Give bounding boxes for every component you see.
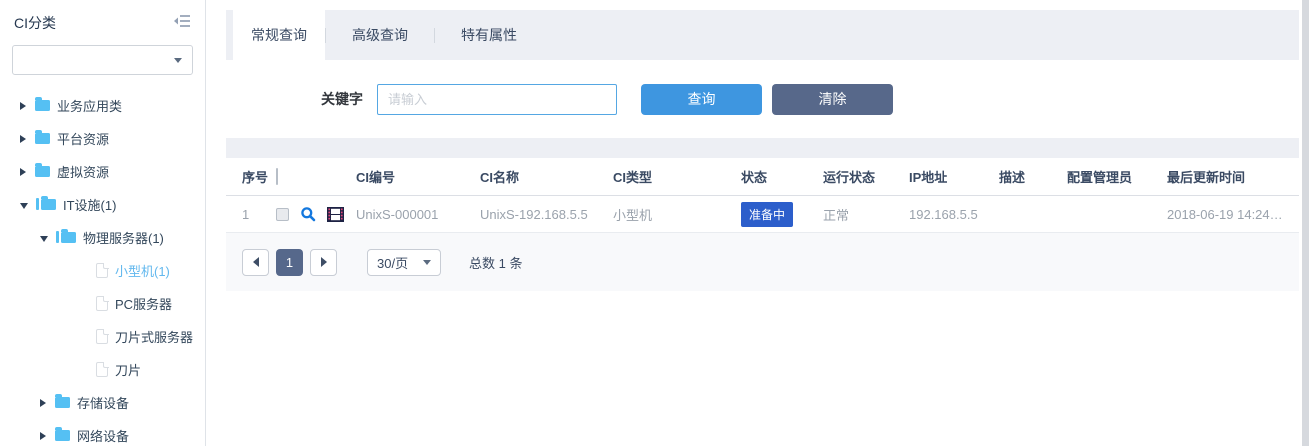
tree-item-label: 存储设备	[77, 393, 129, 412]
query-button[interactable]: 查询	[641, 84, 762, 115]
page-size-select[interactable]: 30/页	[367, 249, 441, 276]
column-header: IP地址	[909, 167, 999, 186]
tree-item-9[interactable]: 存储设备	[0, 386, 205, 419]
prev-arrow-icon	[253, 257, 259, 267]
ci-name-cell: UnixS-192.168.5.5	[480, 207, 613, 222]
tree-item-1[interactable]: 平台资源	[0, 122, 205, 155]
main-content: 常规查询高级查询特有属性 关键字 查询 清除 序号 CI编号CI名称CI类型状态运…	[206, 0, 1309, 446]
caret-right-icon[interactable]	[20, 168, 26, 176]
page-size-value: 30/页	[377, 253, 408, 272]
tree-item-4[interactable]: 物理服务器(1)	[0, 221, 205, 254]
caret-right-icon[interactable]	[40, 399, 46, 407]
folder-icon	[55, 430, 70, 441]
status-cell: 准备中	[741, 202, 823, 227]
keyword-label: 关键字	[321, 89, 363, 109]
tree-item-label: 刀片	[115, 360, 141, 379]
tree-item-8[interactable]: 刀片	[0, 353, 205, 386]
tree-item-label: IT设施(1)	[63, 195, 116, 214]
sidebar-header: CI分类	[0, 0, 205, 33]
header-checkbox-cell	[276, 169, 356, 184]
tree-item-label: 小型机(1)	[115, 261, 170, 280]
table-row: 1 UnixS-000001UnixS-192.168.5.5小型机准备中 正常19…	[226, 196, 1299, 233]
column-header: CI名称	[480, 167, 613, 186]
row-actions-cell	[276, 206, 356, 222]
column-header: 运行状态	[823, 167, 909, 186]
folder-icon	[35, 166, 50, 177]
caret-down-icon[interactable]	[20, 203, 28, 209]
film-icon[interactable]	[327, 207, 344, 222]
ci-code-cell: UnixS-000001	[356, 207, 480, 222]
app-window: CI分类 业务应用类平台资源虚拟资源 IT设施(1) 物理服务器(1) 小型机(1) P…	[0, 0, 1309, 446]
ci-type-cell: 小型机	[613, 205, 741, 224]
total-count-label: 总数 1 条	[469, 253, 522, 272]
column-header: 描述	[999, 167, 1067, 186]
folder-icon	[55, 397, 70, 408]
folder-icon	[35, 133, 50, 144]
tree-item-0[interactable]: 业务应用类	[0, 89, 205, 122]
column-header: CI编号	[356, 167, 480, 186]
tab-2[interactable]: 特有属性	[435, 10, 543, 60]
collapse-sidebar-icon[interactable]	[174, 14, 191, 33]
folder-open-icon	[41, 199, 56, 210]
page-scrollbar[interactable]	[1302, 0, 1309, 446]
column-header: 序号	[242, 167, 276, 186]
caret-right-icon[interactable]	[20, 102, 26, 110]
clear-button[interactable]: 清除	[772, 84, 893, 115]
pagination-bar: 1 30/页 总数 1 条	[226, 233, 1299, 291]
results-panel: 序号 CI编号CI名称CI类型状态运行状态IP地址描述配置管理员最后更新时间 1 U…	[226, 158, 1299, 291]
column-header: 状态	[741, 167, 823, 186]
prev-page-button[interactable]	[242, 249, 269, 276]
row-checkbox[interactable]	[276, 208, 289, 221]
sidebar-title: CI分类	[14, 13, 56, 33]
sidebar: CI分类 业务应用类平台资源虚拟资源 IT设施(1) 物理服务器(1) 小型机(1) P…	[0, 0, 206, 446]
page-number-button[interactable]: 1	[276, 249, 303, 276]
tree-item-label: PC服务器	[115, 294, 172, 313]
run-status-cell: 正常	[823, 205, 909, 224]
query-tabs: 常规查询高级查询特有属性	[226, 10, 1299, 60]
tree-item-label: 网络设备	[77, 426, 129, 445]
tree-item-label: 业务应用类	[57, 96, 122, 115]
folder-open-icon	[61, 232, 76, 243]
tree-item-label: 刀片式服务器	[115, 327, 193, 346]
caret-right-icon[interactable]	[20, 135, 26, 143]
row-index: 1	[242, 207, 276, 222]
search-icon[interactable]	[300, 206, 316, 222]
folder-icon	[35, 100, 50, 111]
tree-item-6[interactable]: PC服务器	[0, 287, 205, 320]
tree-item-label: 物理服务器(1)	[83, 228, 164, 247]
query-panel: 常规查询高级查询特有属性 关键字 查询 清除	[226, 10, 1299, 158]
next-arrow-icon	[321, 257, 327, 267]
caret-right-icon[interactable]	[40, 432, 46, 440]
category-filter-select[interactable]	[12, 45, 193, 75]
tree-item-label: 虚拟资源	[57, 162, 109, 181]
file-icon	[96, 329, 108, 344]
column-header: 配置管理员	[1067, 167, 1167, 186]
tree-item-2[interactable]: 虚拟资源	[0, 155, 205, 188]
chevron-down-icon	[174, 58, 182, 63]
column-header: CI类型	[613, 167, 741, 186]
chevron-down-icon	[423, 260, 431, 265]
table-header: 序号 CI编号CI名称CI类型状态运行状态IP地址描述配置管理员最后更新时间	[226, 158, 1299, 196]
file-icon	[96, 362, 108, 377]
status-badge: 准备中	[741, 202, 793, 227]
tree-item-label: 平台资源	[57, 129, 109, 148]
ip-cell: 192.168.5.5	[909, 207, 999, 222]
file-icon	[96, 296, 108, 311]
tree-item-3[interactable]: IT设施(1)	[0, 188, 205, 221]
tab-1[interactable]: 高级查询	[326, 10, 434, 60]
next-page-button[interactable]	[310, 249, 337, 276]
table-body: 1 UnixS-000001UnixS-192.168.5.5小型机准备中 正常19…	[226, 196, 1299, 233]
tree-item-7[interactable]: 刀片式服务器	[0, 320, 205, 353]
column-header: 最后更新时间	[1167, 167, 1283, 186]
tree-item-10[interactable]: 网络设备	[0, 419, 205, 446]
keyword-form: 关键字 查询 清除	[226, 60, 1299, 138]
file-icon	[96, 263, 108, 278]
tree-item-5[interactable]: 小型机(1)	[0, 254, 205, 287]
caret-down-icon[interactable]	[40, 236, 48, 242]
keyword-input[interactable]	[377, 84, 617, 115]
updated-cell: 2018-06-19 14:24:...	[1167, 207, 1283, 222]
ci-category-tree: 业务应用类平台资源虚拟资源 IT设施(1) 物理服务器(1) 小型机(1) PC服务器刀…	[0, 89, 205, 446]
select-all-checkbox[interactable]	[276, 168, 278, 185]
tab-0[interactable]: 常规查询	[233, 10, 325, 60]
